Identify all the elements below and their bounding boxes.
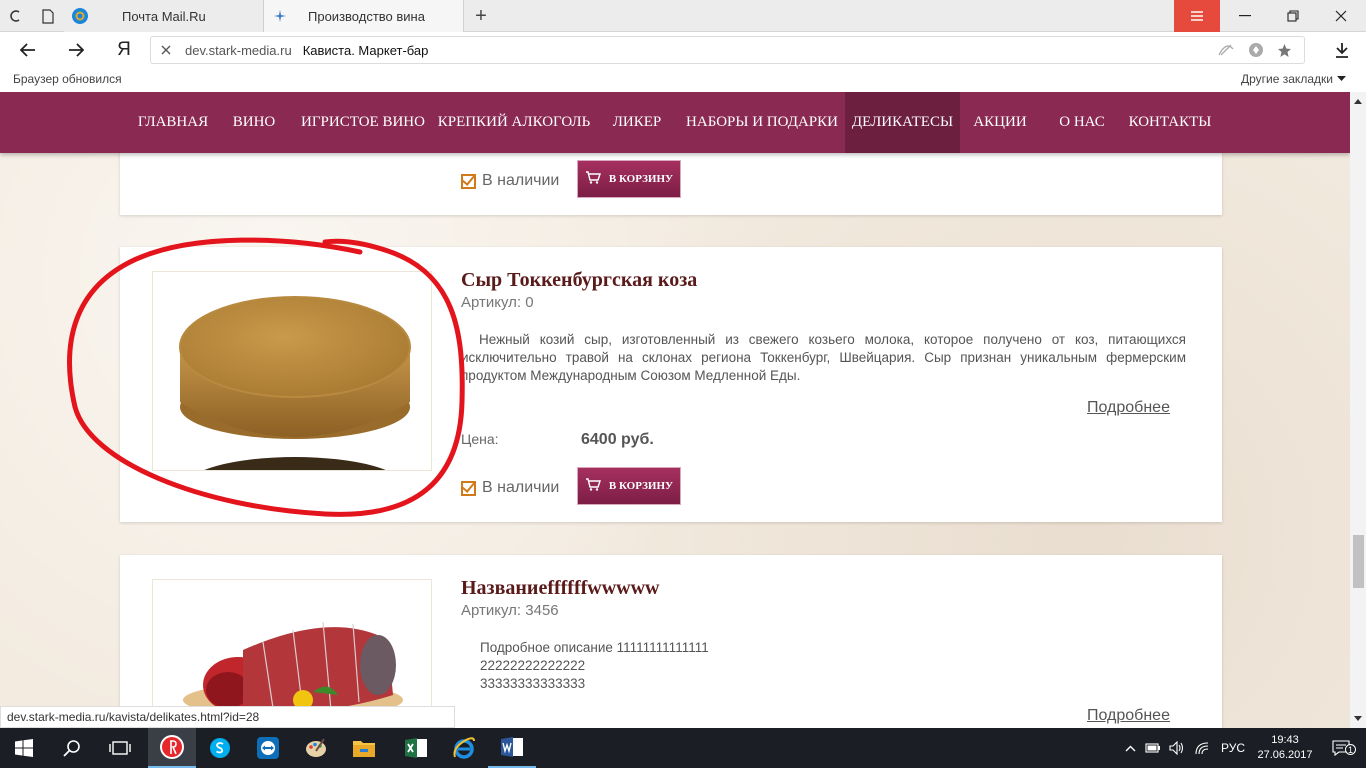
task-view-icon[interactable]: [96, 728, 144, 768]
new-tab-icon[interactable]: +: [466, 0, 496, 32]
yandex-settings-icon[interactable]: [1174, 0, 1220, 32]
yandex-browser-taskbar-icon[interactable]: [148, 728, 196, 768]
cart-icon: [585, 477, 601, 495]
tab-wine[interactable]: Производство вина: [264, 0, 464, 32]
site-favicon-icon: [272, 8, 288, 24]
more-link[interactable]: Подробнее: [1087, 707, 1170, 725]
description-line: 22222222222222: [480, 658, 586, 673]
status-url-tooltip: dev.stark-media.ru/kavista/delikates.htm…: [0, 706, 455, 728]
scrollbar-thumb[interactable]: [1353, 535, 1364, 588]
description-line: 33333333333333: [480, 676, 586, 691]
search-icon[interactable]: [48, 728, 96, 768]
paint-icon[interactable]: [292, 728, 340, 768]
cart-label: В КОРЗИНУ: [608, 173, 674, 185]
clock[interactable]: 19:43 27.06.2017: [1251, 733, 1319, 763]
page-scrollbar[interactable]: [1350, 92, 1366, 728]
clock-time: 19:43: [1271, 734, 1299, 746]
tab-mail[interactable]: Почта Mail.Ru: [64, 0, 264, 32]
bookmarks-bar: Браузер обновился Другие закладки: [0, 68, 1366, 92]
cart-label: В КОРЗИНУ: [608, 480, 674, 492]
browser-tab-bar: Почта Mail.Ru Производство вина +: [0, 0, 1366, 32]
language-indicator[interactable]: РУС: [1215, 741, 1251, 755]
other-bookmarks-label: Другие закладки: [1241, 72, 1333, 86]
scroll-up-icon[interactable]: [1350, 94, 1366, 108]
more-link[interactable]: Подробнее: [1087, 399, 1170, 417]
volume-icon[interactable]: [1165, 741, 1189, 755]
notification-count: 1: [1345, 744, 1356, 755]
product-article: Артикул: 3456: [461, 602, 559, 619]
start-icon[interactable]: [0, 728, 48, 768]
chevron-down-icon: [1336, 76, 1346, 81]
skype-icon[interactable]: [196, 728, 244, 768]
browser-updated-notice[interactable]: Браузер обновился: [13, 72, 122, 86]
tab-title: Производство вина: [308, 8, 425, 24]
address-bar[interactable]: dev.stark-media.ru Кависта. Маркет-бар: [150, 36, 1305, 64]
yandex-logo[interactable]: Я: [104, 32, 144, 68]
forward-icon[interactable]: [56, 32, 96, 68]
red-annotation-circle: [67, 237, 465, 517]
excel-icon[interactable]: [392, 728, 440, 768]
page-icon[interactable]: [32, 0, 64, 32]
internet-explorer-icon[interactable]: [440, 728, 488, 768]
address-toolbar: Я dev.stark-media.ru Кависта. Маркет-бар: [0, 32, 1366, 68]
close-window-icon[interactable]: [1318, 0, 1364, 32]
stock-status: В наличии: [461, 172, 559, 190]
minimize-icon[interactable]: [1222, 0, 1268, 32]
scroll-down-icon[interactable]: [1350, 712, 1366, 726]
yandex-menu-icon[interactable]: [0, 0, 30, 32]
menu-item-delicacies[interactable]: ДЕЛИКАТЕСЫ: [845, 92, 960, 153]
windows-taskbar: РУС 19:43 27.06.2017 1: [0, 728, 1366, 768]
menu-item-wine[interactable]: ВИНО: [224, 92, 284, 153]
product-title[interactable]: Сыр Токкенбургская коза: [461, 269, 697, 292]
menu-item-promo[interactable]: АКЦИИ: [966, 92, 1034, 153]
product-description: Подробное описание 11111111111111 222222…: [480, 639, 1080, 693]
stop-icon[interactable]: [161, 45, 171, 55]
menu-item-gifts[interactable]: НАБОРЫ И ПОДАРКИ: [680, 92, 844, 153]
system-tray: РУС 19:43 27.06.2017 1: [1119, 728, 1363, 768]
turbo-icon[interactable]: [1248, 42, 1264, 58]
main-menu: ГЛАВНАЯ ВИНО ИГРИСТОЕ ВИНО КРЕПКИЙ АЛКОГ…: [0, 92, 1350, 153]
menu-item-sparkling[interactable]: ИГРИСТОЕ ВИНО: [296, 92, 430, 153]
bookmark-star-icon[interactable]: [1277, 43, 1292, 58]
address-page-title: Кависта. Маркет-бар: [302, 42, 429, 58]
protect-icon[interactable]: [1218, 43, 1234, 57]
clock-date: 27.06.2017: [1257, 749, 1313, 761]
back-icon[interactable]: [8, 32, 48, 68]
downloads-icon[interactable]: [1322, 32, 1362, 68]
add-to-cart-button[interactable]: В КОРЗИНУ: [577, 467, 681, 505]
stock-label: В наличии: [482, 479, 560, 496]
address-domain: dev.stark-media.ru: [185, 42, 292, 58]
menu-item-spirits[interactable]: КРЕПКИЙ АЛКОГОЛЬ: [432, 92, 596, 153]
tray-chevron-up-icon[interactable]: [1119, 745, 1141, 752]
restore-icon[interactable]: [1270, 0, 1316, 32]
other-bookmarks[interactable]: Другие закладки: [1241, 72, 1346, 86]
menu-item-liqueur[interactable]: ЛИКЕР: [604, 92, 670, 153]
page-viewport: ГЛАВНАЯ ВИНО ИГРИСТОЕ ВИНО КРЕПКИЙ АЛКОГ…: [0, 92, 1350, 728]
wifi-icon[interactable]: [1189, 741, 1215, 755]
product-description: Нежный козий сыр, изготовленный из свеже…: [461, 332, 1186, 383]
tab-title: Почта Mail.Ru: [122, 8, 206, 24]
cart-icon: [585, 170, 601, 188]
battery-icon[interactable]: [1141, 743, 1165, 753]
checkbox-icon: [461, 173, 476, 189]
mail-ru-icon: [72, 8, 88, 24]
add-to-cart-button[interactable]: В КОРЗИНУ: [577, 160, 681, 198]
description-line: Подробное описание 11111111111111: [480, 640, 709, 655]
teamviewer-icon[interactable]: [244, 728, 292, 768]
menu-item-contacts[interactable]: КОНТАКТЫ: [1122, 92, 1218, 153]
menu-item-home[interactable]: ГЛАВНАЯ: [128, 92, 218, 153]
product-title[interactable]: Названиеffffffwwwww: [461, 577, 660, 600]
price-value: 6400 руб.: [581, 431, 654, 448]
file-explorer-icon[interactable]: [340, 728, 388, 768]
product-card-third: Названиеffffffwwwww Артикул: 3456 Подроб…: [120, 555, 1222, 728]
menu-item-about[interactable]: О НАС: [1050, 92, 1114, 153]
stock-label: В наличии: [482, 172, 560, 189]
notifications-icon[interactable]: 1: [1319, 740, 1363, 756]
word-icon[interactable]: [488, 728, 536, 768]
